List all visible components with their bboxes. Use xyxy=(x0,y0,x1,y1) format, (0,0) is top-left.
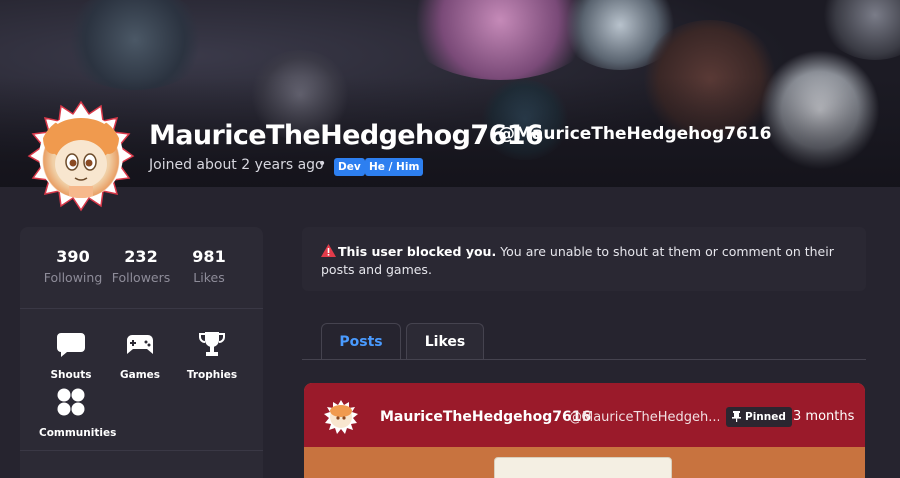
blocked-alert: This user blocked you. You are unable to… xyxy=(302,227,866,291)
display-name: MauriceTheHedgehog7616 xyxy=(149,120,544,151)
profile-avatar[interactable] xyxy=(25,100,137,212)
menu-communities[interactable]: Communities xyxy=(39,387,117,439)
pronouns-badge: He / Him xyxy=(365,158,424,176)
menu-games[interactable]: Games xyxy=(108,329,172,381)
pinned-label: Pinned xyxy=(745,411,786,423)
communities-icon xyxy=(57,388,85,416)
stats-row: 390 Following 232 Followers 981 Likes xyxy=(20,227,263,309)
menu-shouts[interactable]: Shouts xyxy=(39,329,103,381)
alert-title: This user blocked you. xyxy=(338,244,497,259)
post-image[interactable] xyxy=(494,457,672,478)
pinned-badge: Pinned xyxy=(726,407,792,427)
stat-followers[interactable]: 232 Followers xyxy=(106,247,176,285)
joined-date: Joined about 2 years ago xyxy=(149,157,324,173)
post-author-name[interactable]: MauriceTheHedgehog7616 xyxy=(380,409,591,425)
pin-icon xyxy=(732,411,741,422)
post-author-handle: @MauriceTheHedgeh... xyxy=(569,410,719,425)
menu-games-label: Games xyxy=(119,369,161,381)
stat-following-value: 390 xyxy=(56,247,90,266)
stat-likes[interactable]: 981 Likes xyxy=(174,247,244,285)
menu-shouts-label: Shouts xyxy=(50,369,92,381)
stat-following[interactable]: 390 Following xyxy=(38,247,108,285)
avatar-image xyxy=(39,114,123,198)
trophy-icon xyxy=(199,332,225,356)
tab-posts[interactable]: Posts xyxy=(321,323,401,360)
tabs-underline xyxy=(302,359,866,360)
stat-followers-label: Followers xyxy=(111,270,171,285)
gamepad-icon xyxy=(127,335,153,354)
stat-likes-value: 981 xyxy=(192,247,226,266)
post-header: MauriceTheHedgehog7616 @MauriceTheHedgeh… xyxy=(304,383,865,447)
menu-communities-label: Communities xyxy=(39,427,117,439)
menu-trophies-label: Trophies xyxy=(186,369,238,381)
warning-icon xyxy=(321,244,336,257)
user-handle: @MauriceTheHedgehog7616 xyxy=(498,124,772,144)
post-timestamp: 3 months xyxy=(793,409,855,424)
stat-following-label: Following xyxy=(43,270,103,285)
separator-dot: • xyxy=(318,156,327,172)
stat-likes-label: Likes xyxy=(193,270,225,285)
menu-trophies[interactable]: Trophies xyxy=(180,329,244,381)
tab-likes[interactable]: Likes xyxy=(406,323,484,360)
speech-bubble-icon xyxy=(57,333,85,357)
stat-followers-value: 232 xyxy=(124,247,158,266)
profile-sidebar: 390 Following 232 Followers 981 Likes Sh… xyxy=(20,227,263,478)
post-author-avatar[interactable] xyxy=(323,399,359,435)
post-card[interactable]: MauriceTheHedgehog7616 @MauriceTheHedgeh… xyxy=(304,383,865,478)
dev-badge: Dev xyxy=(334,158,365,176)
sidebar-divider xyxy=(20,450,263,451)
